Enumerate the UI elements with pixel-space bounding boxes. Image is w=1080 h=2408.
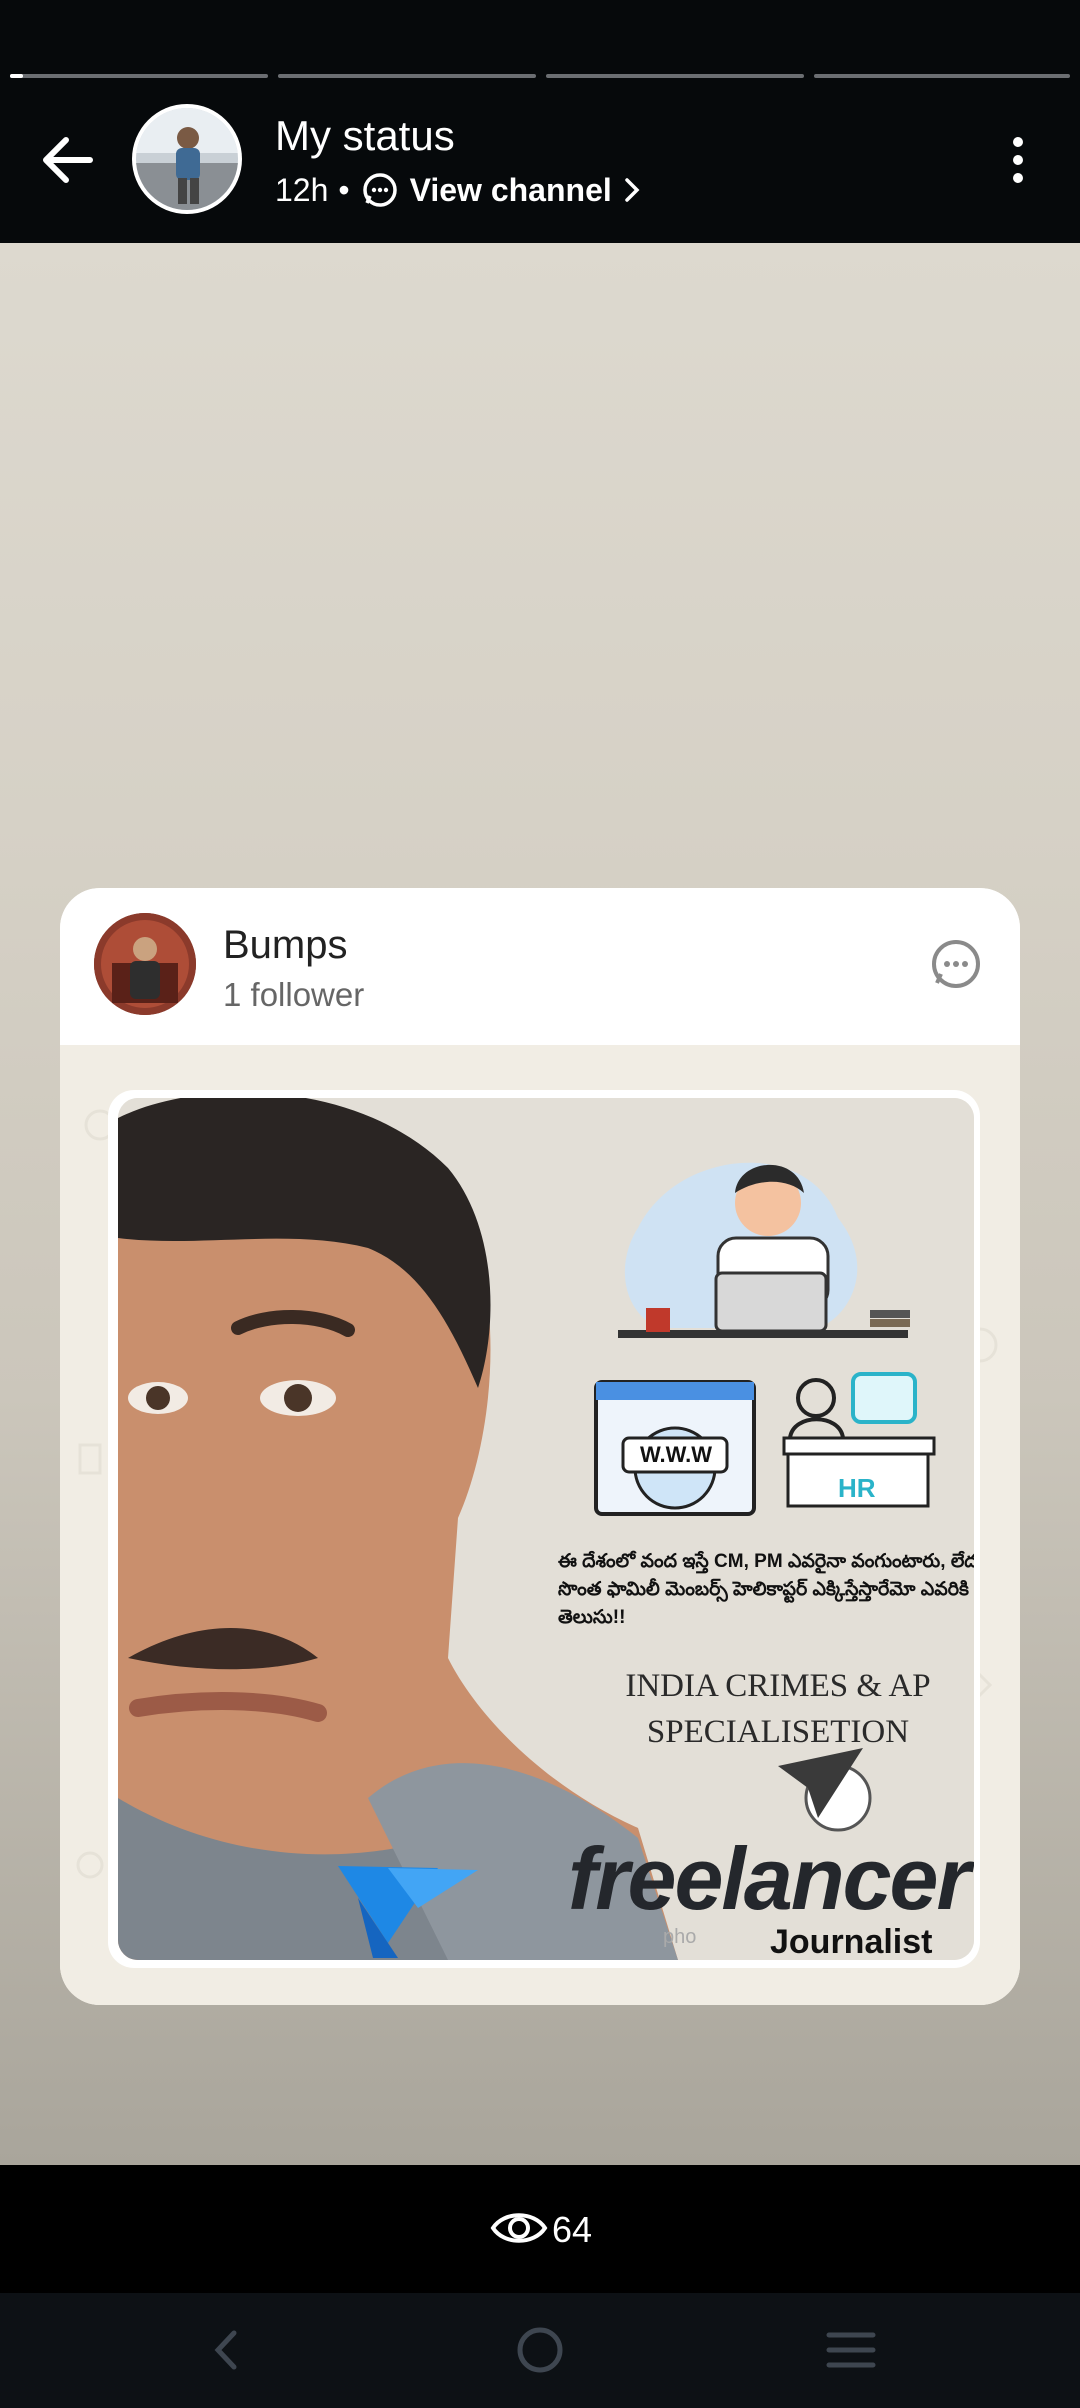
view-channel-link[interactable]: View channel (410, 172, 612, 209)
back-arrow-icon[interactable] (30, 130, 104, 190)
status-content[interactable]: Bumps 1 follower W.W.W HR ఈ దేశంలో వంద ఇ… (0, 243, 1080, 2165)
status-title: My status (275, 112, 455, 159)
progress-segment-4 (814, 74, 1070, 78)
eye-icon (490, 2205, 548, 2251)
progress-fill (10, 74, 23, 78)
channel-card-header: Bumps 1 follower (60, 888, 1020, 1045)
progress-segment-3 (546, 74, 804, 78)
progress-segment-2 (278, 74, 536, 78)
status-header: My status 12h • View channel (0, 0, 1080, 243)
www-label: W.W.W (639, 1442, 713, 1467)
poster-headline: INDIA CRIMES & AP SPECIALISETION (568, 1663, 974, 1755)
status-subline: 12h • View channel (275, 170, 644, 210)
progress-segment-1 (10, 74, 268, 78)
nav-back-icon[interactable] (206, 2325, 246, 2375)
views-bar[interactable]: 64 (0, 2165, 1080, 2293)
nav-recents-icon[interactable] (825, 2327, 877, 2373)
channel-icon (360, 170, 400, 210)
poster-headline-line1: INDIA CRIMES & AP (625, 1668, 931, 1704)
post-image: W.W.W HR ఈ దేశంలో వంద ఇస్తే CM, PM ఎవరైన… (118, 1098, 974, 1960)
nav-home-icon[interactable] (515, 2325, 565, 2375)
separator-dot: • (338, 171, 350, 208)
my-avatar[interactable] (132, 104, 242, 214)
channel-post-card[interactable]: Bumps 1 follower W.W.W HR ఈ దేశంలో వంద ఇ… (60, 888, 1020, 2005)
view-count: 64 (552, 2209, 593, 2250)
channel-icon[interactable] (928, 936, 984, 992)
more-options-icon[interactable] (1000, 132, 1036, 188)
brand-wordmark: freelancer (568, 1829, 971, 1928)
watermark-text: pho (663, 1926, 697, 1948)
channel-followers: 1 follower (223, 976, 365, 1013)
poster-headline-line2: SPECIALISETION (646, 1714, 910, 1750)
hr-label: HR (838, 1473, 876, 1503)
brand-subtitle: Journalist (770, 1923, 933, 1960)
channel-avatar (94, 913, 196, 1015)
status-time: 12h (275, 171, 329, 208)
poster-telugu-text: ఈ దేశంలో వంద ఇస్తే CM, PM ఎవరైనా వంగుంటా… (558, 1551, 974, 1628)
chevron-right-icon[interactable] (620, 174, 644, 206)
system-navigation-bar (0, 2293, 1080, 2408)
channel-name: Bumps (223, 923, 348, 967)
